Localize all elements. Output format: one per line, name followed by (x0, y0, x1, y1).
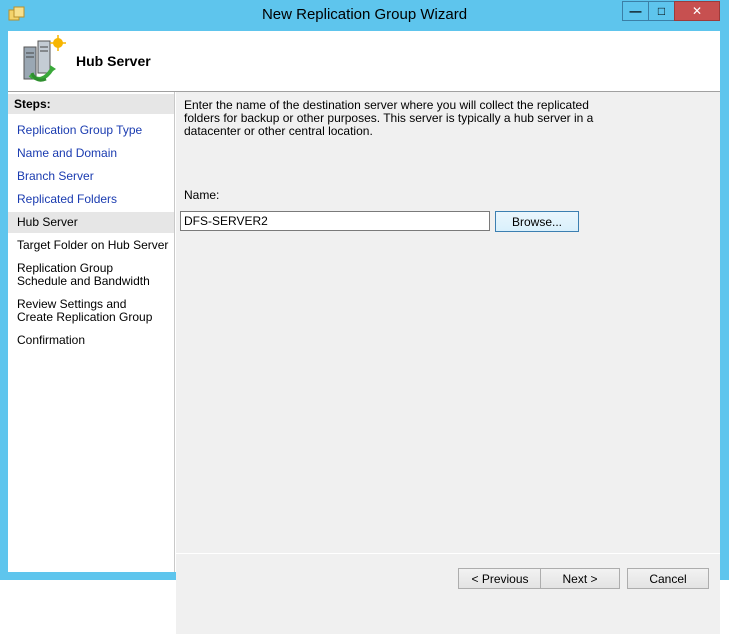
replication-server-icon (16, 35, 66, 85)
page-title: Hub Server (76, 53, 151, 69)
cancel-button[interactable]: Cancel (627, 568, 709, 589)
browse-button[interactable]: Browse... (495, 211, 579, 232)
step-branch-server[interactable]: Branch Server (8, 170, 174, 183)
close-icon: ✕ (691, 4, 703, 18)
title-bar[interactable]: New Replication Group Wizard — □ ✕ (0, 0, 729, 30)
footer-divider (176, 553, 720, 554)
footer-area (176, 554, 720, 634)
step-hub-server: Hub Server (8, 212, 174, 233)
name-label: Name: (184, 188, 220, 202)
step-name-and-domain[interactable]: Name and Domain (8, 147, 174, 160)
step-schedule-bandwidth: Replication Group Schedule and Bandwidth (17, 261, 150, 288)
step-confirmation: Confirmation (17, 333, 86, 347)
step-replication-group-type[interactable]: Replication Group Type (8, 124, 174, 137)
steps-panel: Steps: Replication Group Type Name and D… (8, 92, 175, 572)
close-button[interactable]: ✕ (674, 1, 720, 21)
server-name-input[interactable] (180, 211, 490, 231)
window-title: New Replication Group Wizard (261, 6, 468, 23)
maximize-button[interactable]: □ (648, 1, 675, 21)
steps-heading: Steps: (8, 94, 174, 114)
step-target-folder: Target Folder on Hub Server (17, 238, 169, 252)
next-button[interactable]: Next > (540, 568, 620, 589)
previous-button[interactable]: < Previous (458, 568, 542, 589)
step-review-settings: Review Settings and Create Replication G… (17, 297, 153, 324)
minimize-icon: — (629, 4, 642, 18)
instructions-text: Enter the name of the destination server… (184, 98, 594, 138)
wizard-header: Hub Server (8, 31, 720, 91)
wizard-window: New Replication Group Wizard — □ ✕ Hub S… (0, 0, 729, 634)
step-replicated-folders[interactable]: Replicated Folders (8, 193, 174, 206)
maximize-icon: □ (657, 4, 666, 18)
content-panel: Enter the name of the destination server… (176, 92, 720, 634)
wizard-client-area: Hub Server Steps: Replication Group Type… (8, 31, 720, 634)
minimize-button[interactable]: — (622, 1, 649, 21)
